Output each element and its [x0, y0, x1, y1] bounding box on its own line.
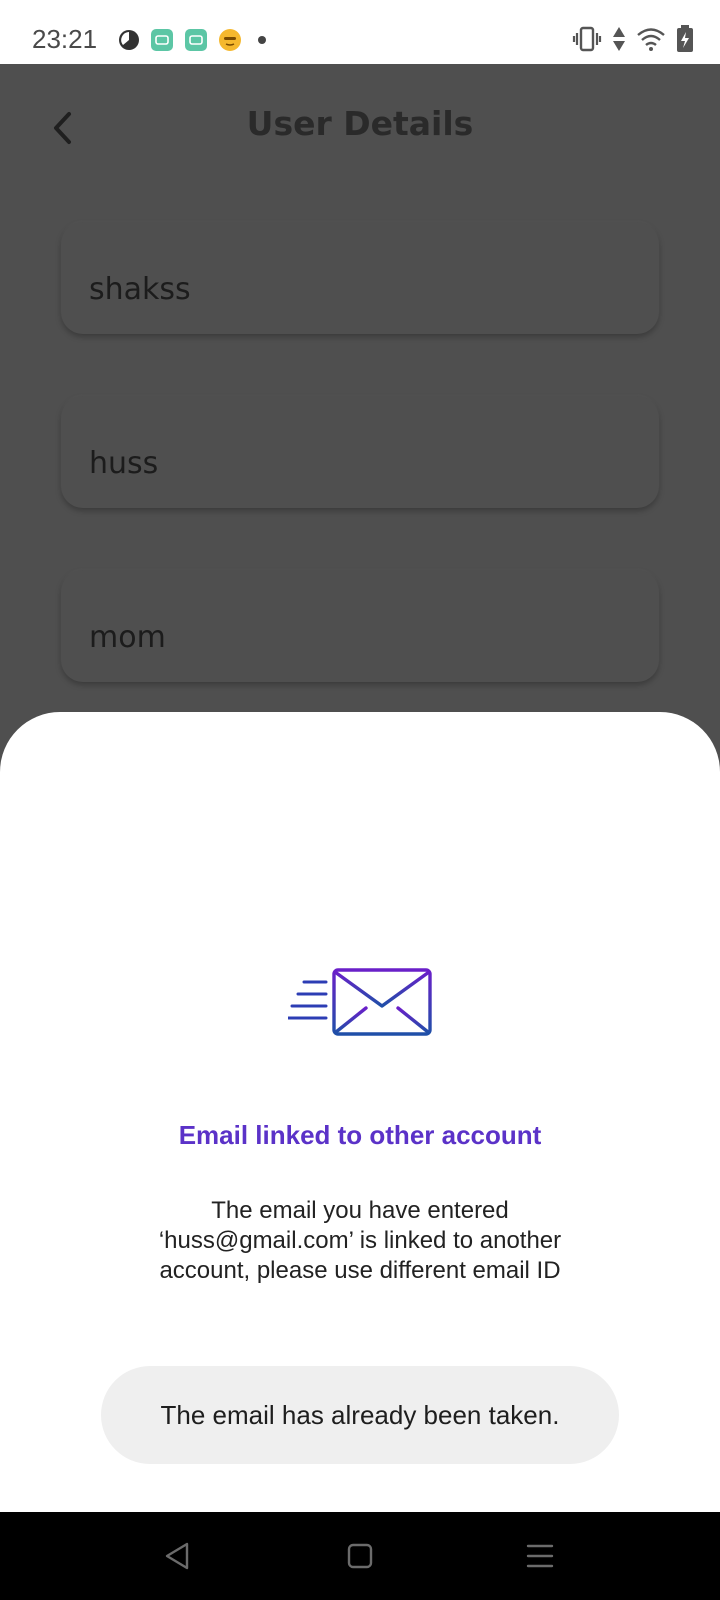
back-triangle-icon — [165, 1542, 189, 1570]
menu-lines-icon — [526, 1544, 554, 1568]
data-arrows-icon — [613, 27, 625, 51]
status-time: 23:21 — [32, 24, 98, 54]
sheet-message: The email you have entered ‘huss@gmail.c… — [158, 1197, 562, 1284]
nav-back-button[interactable] — [155, 1534, 199, 1578]
last-name-field[interactable]: huss — [61, 396, 659, 508]
system-icons — [572, 24, 694, 54]
page-title: User Details — [246, 104, 474, 143]
field-value: mom — [89, 620, 166, 655]
toast-message: The email has already been taken. — [101, 1366, 619, 1464]
field-value: huss — [89, 446, 159, 481]
relation-field[interactable]: mom — [61, 570, 659, 682]
email-error-sheet: Email linked to other account The email … — [0, 712, 720, 1512]
status-bar: 23:21 — [0, 0, 720, 64]
emoji-icon — [219, 29, 241, 51]
app-icon — [151, 29, 173, 51]
wifi-icon — [637, 28, 665, 51]
sheet-title: Email linked to other account — [178, 1120, 542, 1150]
nav-menu-button[interactable] — [518, 1534, 562, 1578]
pie-icon — [119, 30, 139, 50]
notification-icons — [118, 26, 272, 54]
app-icon — [185, 29, 207, 51]
dot-icon — [258, 36, 266, 44]
vibrate-icon — [572, 26, 602, 52]
battery-charging-icon — [677, 25, 693, 52]
user-details-screen: User Details shakss huss mom — [0, 64, 720, 714]
home-square-icon — [347, 1543, 373, 1569]
nav-home-button[interactable] — [338, 1534, 382, 1578]
field-value: shakss — [89, 272, 191, 307]
first-name-field[interactable]: shakss — [61, 222, 659, 334]
system-nav-bar — [0, 1512, 720, 1600]
email-sent-icon — [288, 968, 432, 1036]
